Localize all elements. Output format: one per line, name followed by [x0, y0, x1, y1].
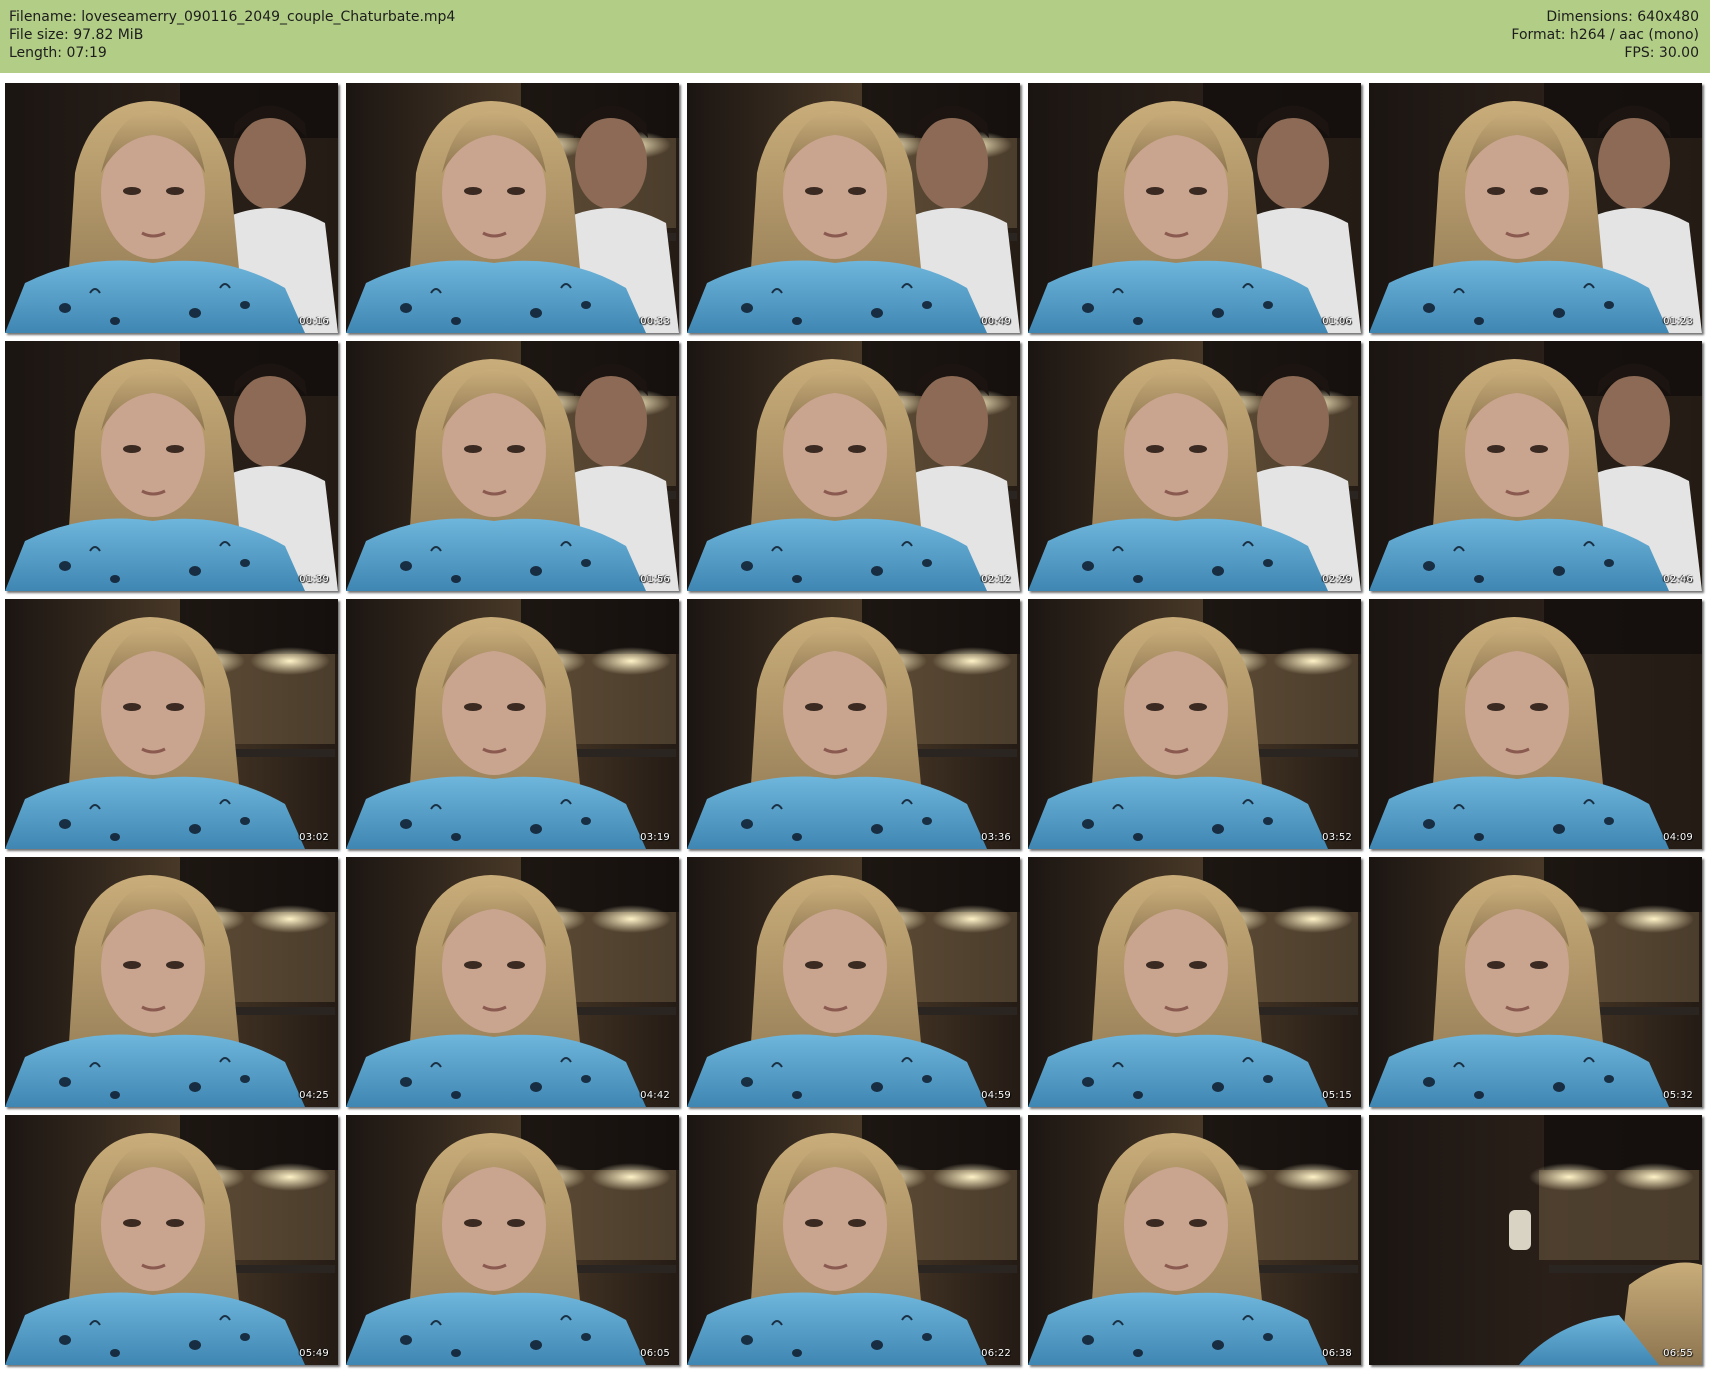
thumbnail-timestamp: 06:22 [981, 1348, 1011, 1359]
thumbnail-timestamp: 00:49 [981, 316, 1011, 327]
file-info: Filename: loveseamerry_090116_2049_coupl… [9, 8, 455, 62]
thumbnail-timestamp: 00:16 [299, 316, 329, 327]
thumbnail-image [5, 599, 338, 849]
thumbnail-image [346, 1115, 679, 1365]
thumbnail-timestamp: 03:52 [1322, 832, 1352, 843]
stream-info: Dimensions: 640x480 Format: h264 / aac (… [1511, 8, 1699, 62]
thumbnail-timestamp: 03:19 [640, 832, 670, 843]
fps-text: FPS: 30.00 [1624, 45, 1699, 61]
dimensions-text: Dimensions: 640x480 [1546, 9, 1699, 25]
thumbnail-timestamp: 02:46 [1663, 574, 1693, 585]
format-text: Format: h264 / aac (mono) [1511, 27, 1699, 43]
thumbnail-timestamp: 02:29 [1322, 574, 1352, 585]
thumbnail-image [346, 341, 679, 591]
video-thumbnail[interactable]: 06:38 [1028, 1115, 1361, 1365]
video-thumbnail[interactable]: 00:16 [5, 83, 338, 333]
video-thumbnail[interactable]: 04:09 [1369, 599, 1702, 849]
info-header: Filename: loveseamerry_090116_2049_coupl… [0, 0, 1710, 73]
thumbnail-image [1028, 341, 1361, 591]
filename-text: Filename: loveseamerry_090116_2049_coupl… [9, 9, 456, 25]
thumbnail-timestamp: 06:55 [1663, 1348, 1693, 1359]
thumbnail-image [1028, 1115, 1361, 1365]
thumbnail-image [346, 83, 679, 333]
thumbnail-image [1369, 341, 1702, 591]
video-thumbnail[interactable]: 01:39 [5, 341, 338, 591]
video-thumbnail[interactable]: 06:55 [1369, 1115, 1702, 1365]
thumbnail-image [5, 857, 338, 1107]
thumbnail-image [687, 857, 1020, 1107]
thumbnail-timestamp: 05:49 [299, 1348, 329, 1359]
thumbnail-timestamp: 01:23 [1663, 316, 1693, 327]
video-thumbnail[interactable]: 02:29 [1028, 341, 1361, 591]
video-thumbnail[interactable]: 04:59 [687, 857, 1020, 1107]
video-thumbnail[interactable]: 02:46 [1369, 341, 1702, 591]
thumbnail-timestamp: 01:39 [299, 574, 329, 585]
thumbnail-timestamp: 01:56 [640, 574, 670, 585]
length-text: Length: 07:19 [9, 45, 107, 61]
thumbnail-image [346, 857, 679, 1107]
thumbnail-timestamp: 04:09 [1663, 832, 1693, 843]
thumbnail-timestamp: 03:02 [299, 832, 329, 843]
thumbnail-image [5, 83, 338, 333]
thumbnail-timestamp: 04:42 [640, 1090, 670, 1101]
thumbnail-image [1369, 857, 1702, 1107]
thumbnail-image [1028, 83, 1361, 333]
thumbnail-image [1369, 599, 1702, 849]
thumbnail-timestamp: 06:05 [640, 1348, 670, 1359]
video-thumbnail[interactable]: 03:19 [346, 599, 679, 849]
thumbnail-timestamp: 05:15 [1322, 1090, 1352, 1101]
video-thumbnail[interactable]: 06:22 [687, 1115, 1020, 1365]
video-thumbnail[interactable]: 01:23 [1369, 83, 1702, 333]
video-thumbnail[interactable]: 05:32 [1369, 857, 1702, 1107]
thumbnail-image [1028, 599, 1361, 849]
video-thumbnail[interactable]: 03:02 [5, 599, 338, 849]
thumbnail-image [5, 341, 338, 591]
thumbnail-image [687, 341, 1020, 591]
thumbnail-timestamp: 05:32 [1663, 1090, 1693, 1101]
thumbnail-image [1369, 1115, 1702, 1365]
video-thumbnail[interactable]: 01:56 [346, 341, 679, 591]
thumbnail-timestamp: 04:25 [299, 1090, 329, 1101]
thumbnail-image [687, 599, 1020, 849]
video-thumbnail[interactable]: 06:05 [346, 1115, 679, 1365]
thumbnail-image [5, 1115, 338, 1365]
thumbnail-image [346, 599, 679, 849]
thumbnail-image [687, 1115, 1020, 1365]
video-thumbnail[interactable]: 05:15 [1028, 857, 1361, 1107]
video-thumbnail[interactable]: 01:06 [1028, 83, 1361, 333]
thumbnail-image [1369, 83, 1702, 333]
thumbnail-timestamp: 04:59 [981, 1090, 1011, 1101]
thumbnail-timestamp: 03:36 [981, 832, 1011, 843]
video-thumbnail[interactable]: 03:52 [1028, 599, 1361, 849]
file-size-text: File size: 97.82 MiB [9, 27, 144, 43]
thumbnail-image [687, 83, 1020, 333]
video-thumbnail[interactable]: 04:25 [5, 857, 338, 1107]
thumbnail-timestamp: 06:38 [1322, 1348, 1352, 1359]
thumbnail-timestamp: 02:12 [981, 574, 1011, 585]
thumbnail-image [1028, 857, 1361, 1107]
thumbnail-timestamp: 01:06 [1322, 316, 1352, 327]
video-thumbnail[interactable]: 00:33 [346, 83, 679, 333]
video-thumbnail[interactable]: 04:42 [346, 857, 679, 1107]
video-thumbnail[interactable]: 05:49 [5, 1115, 338, 1365]
thumbnail-timestamp: 00:33 [640, 316, 670, 327]
video-thumbnail[interactable]: 00:49 [687, 83, 1020, 333]
video-thumbnail[interactable]: 02:12 [687, 341, 1020, 591]
video-thumbnail[interactable]: 03:36 [687, 599, 1020, 849]
